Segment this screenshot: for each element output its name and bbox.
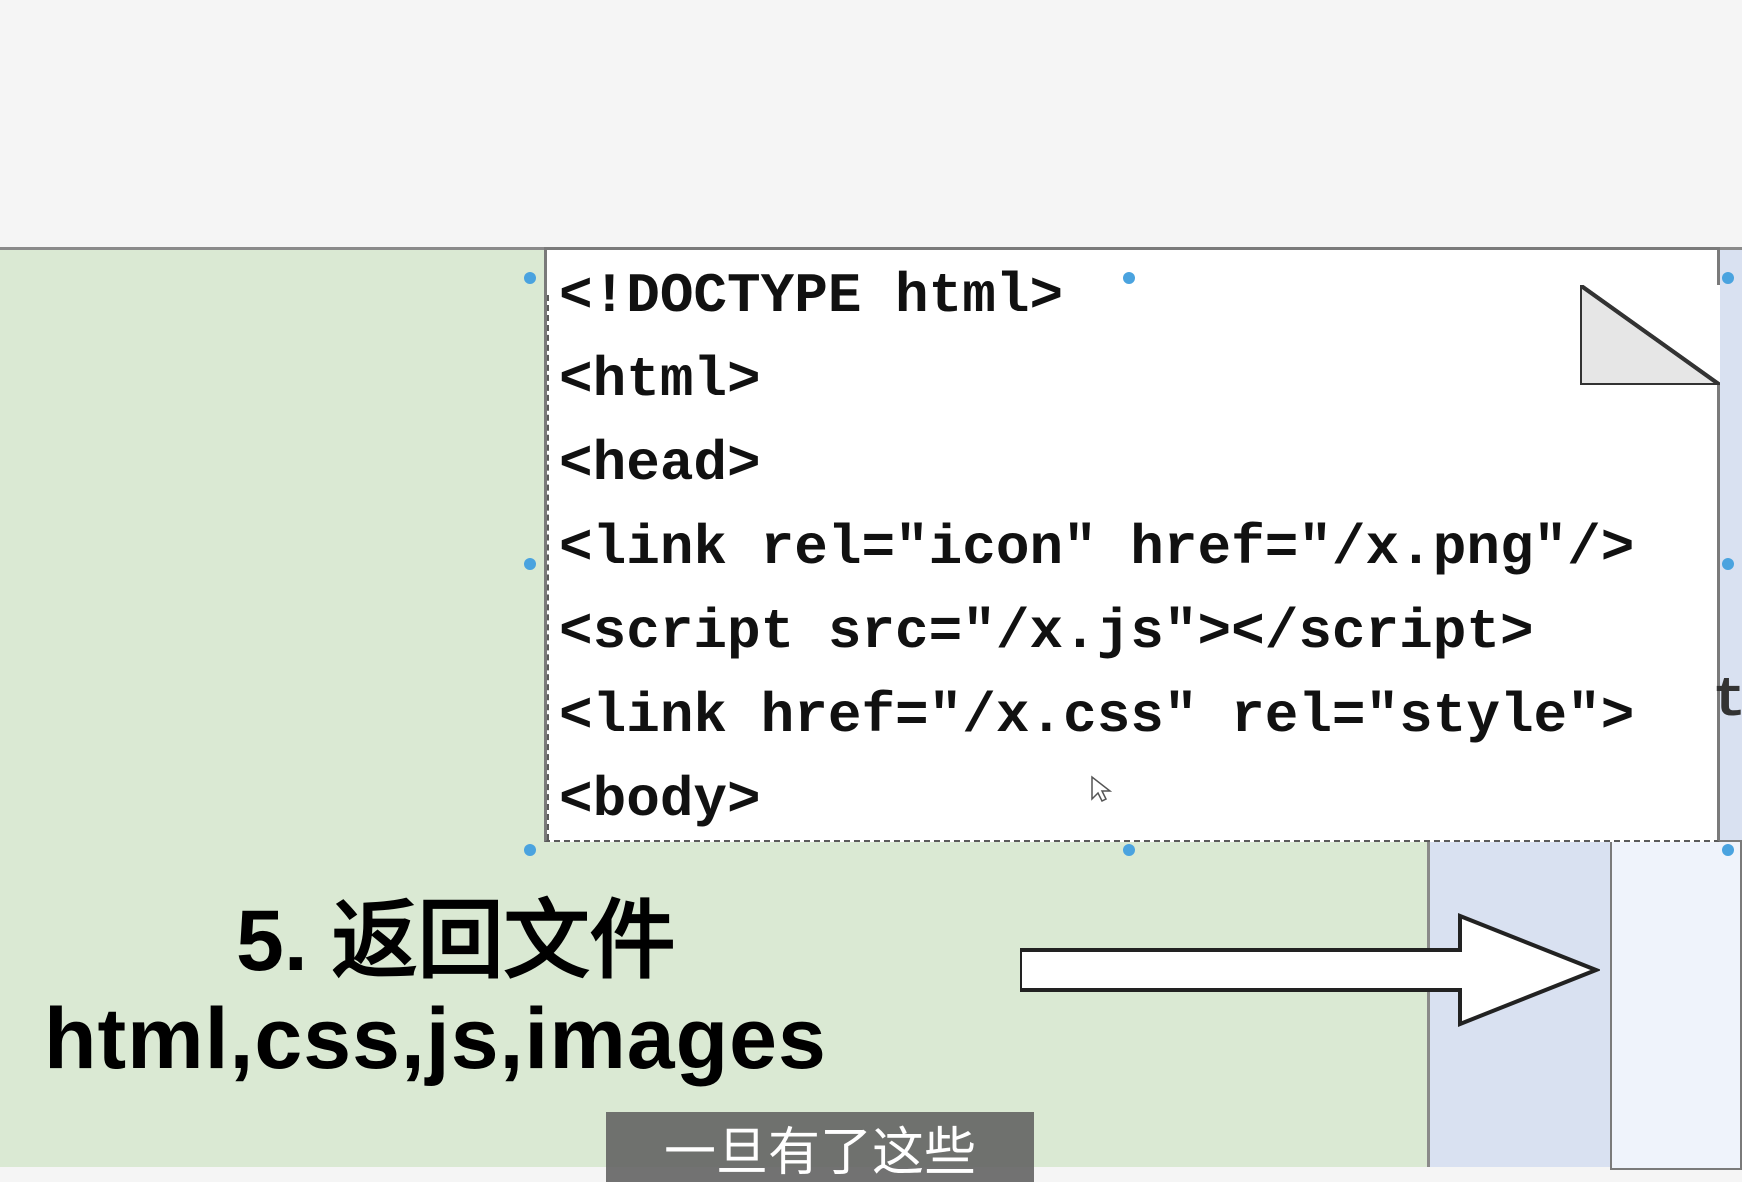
code-content: <!DOCTYPE html> <html> <head> <link rel=…: [559, 254, 1705, 842]
peek-char: t: [1712, 668, 1742, 732]
selection-handle[interactable]: [1123, 272, 1135, 284]
selection-handle[interactable]: [1123, 844, 1135, 856]
selection-handle[interactable]: [1722, 844, 1734, 856]
step-title: 5. 返回文件: [236, 870, 676, 995]
dog-ear-icon: [1580, 285, 1720, 385]
selection-handle[interactable]: [1722, 272, 1734, 284]
step-subtitle: html,css,js,images: [44, 990, 827, 1089]
html-document-box[interactable]: <!DOCTYPE html> <html> <head> <link rel=…: [544, 247, 1720, 842]
selection-handle[interactable]: [524, 844, 536, 856]
video-subtitle-text: 一旦有了这些: [664, 1112, 976, 1182]
selection-handle[interactable]: [524, 272, 536, 284]
selection-handle[interactable]: [524, 558, 536, 570]
cursor-icon: [1090, 775, 1112, 803]
selection-handle[interactable]: [1722, 558, 1734, 570]
target-panel-inner: [1610, 840, 1742, 1170]
arrow-right-icon: [1020, 910, 1600, 1030]
video-subtitle: 一旦有了这些: [606, 1112, 1034, 1182]
dashed-border: [547, 295, 549, 840]
